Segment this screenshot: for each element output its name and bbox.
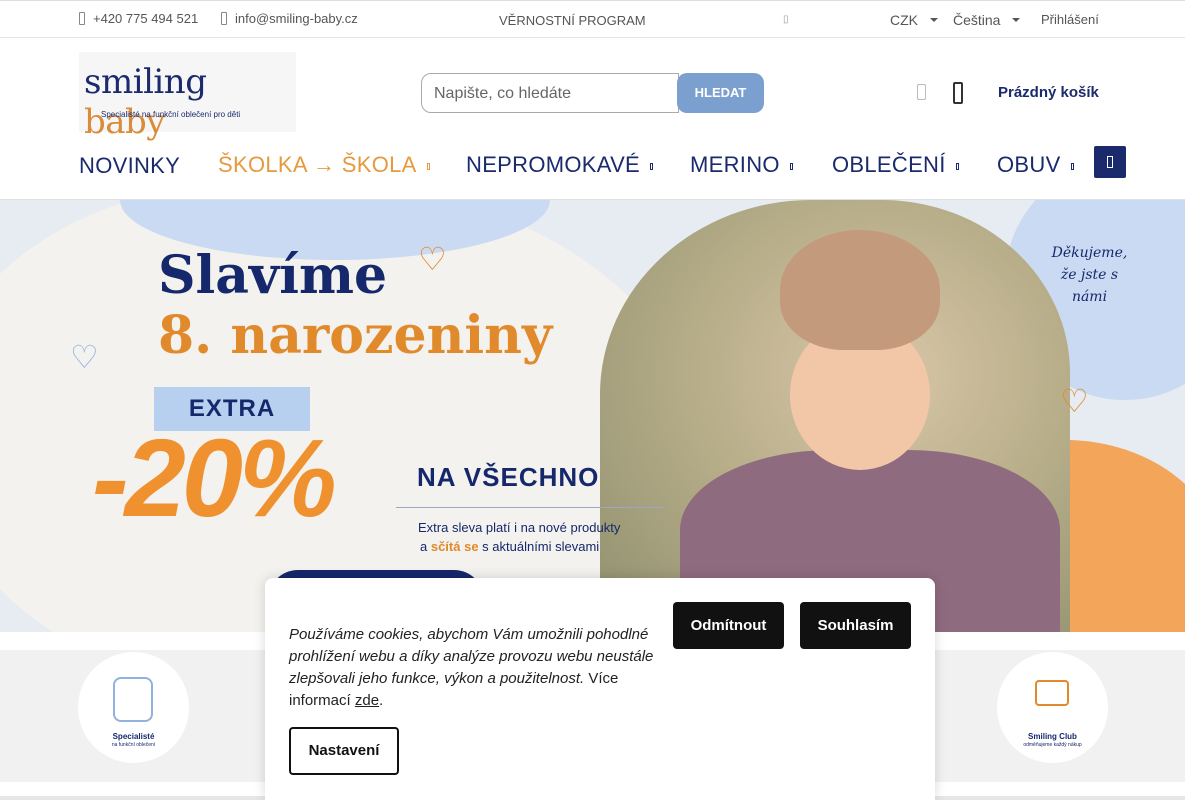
hero-title: Slavíme [158, 245, 388, 306]
cart-label[interactable]: Prázdný košík [998, 84, 1099, 101]
heart-icon: ♡ [1060, 383, 1089, 419]
nav-item-novinky[interactable]: NOVINKY [79, 153, 180, 179]
main-navigation: NOVINKY ŠKOLKA → ŠKOLA NEPROMOKAVÉ MERIN… [0, 140, 1185, 200]
dropdown-icon [650, 162, 654, 170]
phone-link[interactable]: +420 775 494 521 [79, 11, 198, 26]
cookie-message: Používáme cookies, abychom Vám umožnili … [289, 626, 654, 709]
clothing-icon [113, 677, 153, 722]
badge-label: Specialisté na funkční oblečení [111, 732, 156, 748]
language-value: Čeština [953, 12, 1001, 28]
currency-value: CZK [890, 12, 918, 28]
feature-badge-specialists[interactable]: Specialisté na funkční oblečení [78, 652, 189, 763]
accept-cookies-button[interactable]: Souhlasím [800, 602, 911, 649]
heart-icon: ♡ [418, 241, 447, 277]
phone-icon [79, 12, 85, 25]
cookie-consent-dialog: Používáme cookies, abychom Vám umožnili … [265, 578, 935, 800]
hero-title-accent: 8. narozeniny [158, 305, 553, 366]
reject-cookies-button[interactable]: Odmítnout [673, 602, 784, 649]
cookie-info-link[interactable]: zde [355, 692, 379, 709]
language-dropdown[interactable]: Čeština [953, 12, 1021, 28]
hero-photo-hat [780, 230, 940, 350]
hero-discount: -20% [92, 417, 337, 540]
nav-item-obuv[interactable]: OBUV [997, 152, 1074, 178]
search-input[interactable]: Napište, co hledáte [421, 73, 679, 113]
cart-icon[interactable] [953, 82, 963, 104]
menu-toggle-button[interactable] [1094, 146, 1126, 178]
hero-subtitle: Extra sleva platí i na nové produkty [418, 520, 621, 535]
logo-tagline: Specialisté na funkční oblečení pro děti [101, 110, 241, 119]
wishlist-icon[interactable] [917, 84, 926, 100]
dropdown-icon [426, 162, 430, 170]
feature-badge-club[interactable]: Smiling Club odměňujeme každý nákup [997, 652, 1108, 763]
favorites-icon[interactable]: ▯ [783, 14, 789, 25]
phone-number: +420 775 494 521 [93, 11, 199, 26]
currency-dropdown[interactable]: CZK [890, 12, 938, 28]
email-address: info@smiling-baby.cz [235, 11, 358, 26]
badge-label: Smiling Club odměňujeme každý nákup [1023, 732, 1082, 748]
email-icon [221, 12, 227, 25]
cookie-settings-button[interactable]: Nastavení [289, 727, 399, 775]
nav-item-obleceni[interactable]: OBLEČENÍ [832, 152, 959, 178]
dropdown-icon [955, 162, 959, 170]
logo-wordmark: smiling baby [84, 62, 207, 142]
email-link[interactable]: info@smiling-baby.cz [221, 11, 358, 26]
logo[interactable]: smiling baby Specialisté na funkční oble… [79, 52, 296, 142]
hero-thanks-text: Děkujeme, že jste s námi [1051, 245, 1128, 305]
top-bar: +420 775 494 521 info@smiling-baby.cz VĚ… [0, 0, 1185, 38]
gift-icon [1035, 680, 1069, 706]
chevron-down-icon [930, 18, 938, 22]
divider [396, 507, 664, 508]
hero-headline: NA VŠECHNO [417, 462, 600, 492]
search-button[interactable]: HLEDAT [677, 73, 764, 113]
loyalty-program-link[interactable]: VĚRNOSTNÍ PROGRAM [499, 13, 646, 28]
nav-item-skolka[interactable]: ŠKOLKA → ŠKOLA [218, 152, 430, 178]
nav-item-merino[interactable]: MERINO [690, 152, 793, 178]
heart-icon: ♡ [70, 339, 99, 375]
login-link[interactable]: Přihlášení [1041, 12, 1099, 27]
hero-subtitle-2: a sčítá se s aktuálními slevami [420, 539, 600, 554]
nav-item-nepromokave[interactable]: NEPROMOKAVÉ [466, 152, 654, 178]
menu-icon [1107, 156, 1113, 168]
hero-banner[interactable]: Slavíme 8. narozeniny EXTRA -20% NA VŠEC… [0, 200, 1185, 632]
dropdown-icon [1070, 162, 1074, 170]
chevron-down-icon [1012, 18, 1021, 22]
dropdown-icon [789, 162, 793, 170]
